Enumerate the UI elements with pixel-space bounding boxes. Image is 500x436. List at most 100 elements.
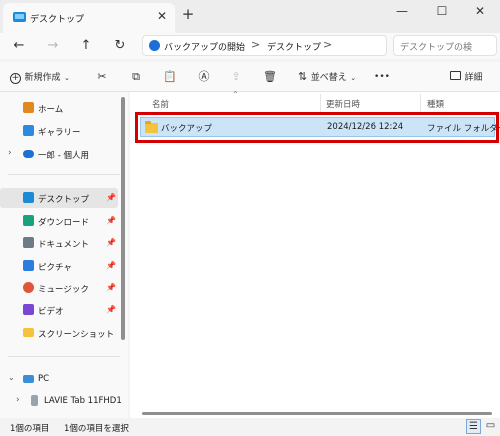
chevron-down-icon: ⌄ (64, 74, 70, 82)
search-placeholder: デスクトップの検 (400, 43, 473, 53)
rename-icon: Ⓐ (198, 70, 210, 83)
column-divider[interactable] (320, 94, 321, 114)
chevron-down-icon: ⌄ (8, 373, 15, 382)
paste-button[interactable]: 📋 (162, 69, 178, 85)
tab-desktop[interactable]: デスクトップ ✕ (3, 3, 175, 33)
sort-indicator-icon: ⌃ (232, 90, 239, 99)
tiles-view-icon: ▭ (485, 420, 496, 431)
sidebar-item-label: LAVIE Tab 11FHD1 (44, 396, 122, 406)
delete-button[interactable]: 🗑 (262, 69, 278, 85)
desktop-icon (13, 12, 26, 22)
sort-label: 並べ替え (310, 73, 347, 83)
breadcrumb-backup[interactable]: バックアップの開始 (164, 40, 245, 53)
sidebar-item-label: ビデオ (38, 307, 64, 317)
sidebar-item-onedrive[interactable]: › 一郎 - 個人用 (0, 144, 118, 164)
selection-count: 1個の項目を選択 (64, 424, 129, 434)
document-icon (23, 237, 34, 248)
chevron-right-icon: › (8, 148, 12, 158)
new-button[interactable]: + 新規作成 ⌄ (10, 69, 80, 85)
refresh-button[interactable]: ↻ (111, 37, 129, 55)
sidebar-item-desktop[interactable]: デスクトップ 📌 (0, 188, 118, 208)
tab-title: デスクトップ (30, 15, 85, 25)
rename-button[interactable]: Ⓐ (196, 69, 212, 85)
chevron-down-icon: ⌄ (350, 74, 357, 82)
cut-button[interactable]: ✂ (94, 69, 110, 85)
pictures-icon (23, 260, 34, 271)
item-count: 1個の項目 (10, 424, 50, 434)
sidebar-item-label: スクリーンショット (38, 330, 115, 340)
home-icon (23, 102, 34, 113)
sidebar-item-label: ダウンロード (38, 218, 90, 228)
clipboard-icon: 📋 (163, 70, 177, 83)
up-button[interactable]: ↑ (77, 37, 95, 55)
sort-icon: ⇅ (298, 70, 308, 83)
sidebar-item-device[interactable]: › LAVIE Tab 11FHD1 (0, 391, 122, 411)
sidebar-item-label: PC (38, 374, 50, 384)
share-button[interactable]: ⇪ (228, 69, 244, 85)
minimize-button[interactable]: — (382, 0, 422, 24)
maximize-button[interactable]: ☐ (422, 0, 462, 24)
forward-button[interactable]: → (44, 37, 62, 55)
sidebar-item-label: デスクトップ (38, 195, 90, 205)
sidebar-item-gallery[interactable]: ギャラリー (0, 121, 118, 141)
close-button[interactable]: ✕ (460, 0, 500, 24)
highlight-box (135, 112, 499, 143)
pin-icon[interactable]: 📌 (106, 216, 116, 225)
column-header-modified[interactable]: 更新日時 (326, 98, 360, 110)
tab-close-button[interactable]: ✕ (155, 9, 169, 25)
details-button[interactable]: 詳細 (450, 69, 496, 85)
sidebar-item-screenshots[interactable]: スクリーンショット (0, 323, 118, 343)
address-bar[interactable]: バックアップの開始 > デスクトップ > (142, 35, 387, 56)
trash-icon: 🗑 (263, 70, 277, 83)
back-button[interactable]: ← (10, 37, 28, 55)
copy-icon: ⧉ (132, 70, 140, 83)
backup-icon (149, 40, 160, 51)
details-label: 詳細 (464, 73, 483, 83)
breadcrumb-separator[interactable]: > (323, 38, 332, 51)
file-list: ⌃ 名前 更新日時 種類 バックアップ 2024/12/26 12:24 ファイ… (130, 90, 500, 418)
divider (8, 174, 120, 175)
onedrive-icon (23, 150, 34, 158)
desktop-icon (23, 192, 34, 203)
status-bar: 1個の項目 1個の項目を選択 ☰ ▭ (0, 418, 500, 436)
sidebar-item-label: ホーム (38, 105, 64, 115)
video-icon (23, 304, 34, 315)
sidebar-item-label: ミュージック (38, 285, 89, 295)
sidebar-item-label: ギャラリー (38, 128, 81, 138)
column-divider[interactable] (420, 94, 421, 114)
sidebar-item-home[interactable]: ホーム (0, 98, 118, 118)
sidebar-item-documents[interactable]: ドキュメント 📌 (0, 233, 118, 253)
copy-button[interactable]: ⧉ (128, 69, 144, 85)
pin-icon[interactable]: 📌 (106, 238, 116, 247)
sidebar-item-downloads[interactable]: ダウンロード 📌 (0, 211, 118, 231)
pc-icon (23, 375, 34, 383)
new-tab-button[interactable]: + (180, 6, 196, 24)
plus-circle-icon: + (10, 73, 21, 84)
pin-icon[interactable]: 📌 (106, 305, 116, 314)
more-button[interactable]: ••• (372, 69, 392, 85)
column-header-type[interactable]: 種類 (427, 98, 444, 110)
pin-icon[interactable]: 📌 (106, 261, 116, 270)
navigation-pane: ホーム ギャラリー › 一郎 - 個人用 デスクトップ 📌 ダウンロード 📌 ド… (0, 92, 128, 418)
folder-icon (23, 328, 34, 337)
navigation-scrollbar[interactable] (121, 97, 125, 340)
divider (8, 356, 120, 357)
tiles-view-button[interactable]: ▭ (483, 419, 498, 434)
pin-icon[interactable]: 📌 (106, 283, 116, 292)
gallery-icon (23, 125, 34, 136)
music-icon (23, 282, 34, 293)
details-view-button[interactable]: ☰ (466, 419, 481, 434)
column-header-name[interactable]: 名前 (152, 98, 169, 110)
breadcrumb-desktop[interactable]: デスクトップ (267, 40, 321, 53)
sidebar-item-label: 一郎 - 個人用 (38, 151, 89, 161)
horizontal-scrollbar[interactable] (142, 412, 492, 415)
sidebar-item-pc[interactable]: ⌄ PC (0, 369, 118, 389)
pin-icon[interactable]: 📌 (106, 193, 116, 202)
sidebar-item-music[interactable]: ミュージック 📌 (0, 278, 118, 298)
sidebar-item-pictures[interactable]: ピクチャ 📌 (0, 256, 118, 276)
breadcrumb-separator[interactable]: > (251, 38, 260, 51)
sidebar-item-videos[interactable]: ビデオ 📌 (0, 300, 118, 320)
sort-button[interactable]: ⇅ 並べ替え ⌄ (298, 69, 362, 85)
new-label: 新規作成 (24, 73, 61, 83)
search-input[interactable]: デスクトップの検 (393, 35, 497, 56)
